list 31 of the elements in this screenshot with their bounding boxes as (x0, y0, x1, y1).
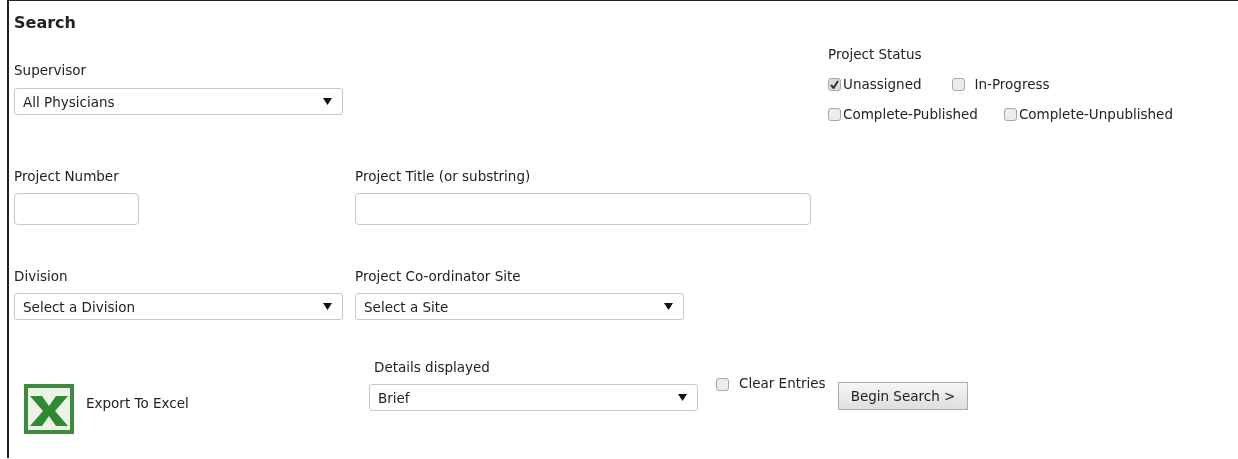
checkbox[interactable] (828, 107, 841, 121)
field-label: Supervisor (14, 61, 87, 79)
field-label: Project Status (828, 45, 922, 63)
field-label: Details displayed (374, 358, 490, 376)
section-title: Search (14, 13, 76, 33)
select-field[interactable]: Select a Site (355, 293, 684, 320)
field-label: Project Co-ordinator Site (355, 267, 521, 285)
checkbox[interactable] (951, 77, 965, 91)
checkbox-label: Complete-Published (843, 105, 978, 123)
select-field[interactable]: Select a Division (14, 293, 343, 320)
input-field[interactable] (355, 193, 811, 225)
field-label: Project Title (or substring) (355, 167, 531, 185)
checkbox[interactable] (716, 378, 729, 391)
export-link[interactable]: Export To Excel (86, 394, 189, 412)
checkbox-label: Complete-Unpublished (1018, 105, 1173, 123)
checkbox-label: Clear Entries (739, 374, 826, 392)
begin-search-button[interactable]: Begin Search > (837, 382, 969, 410)
caret-icon (678, 393, 687, 402)
checkbox-label: In-Progress (974, 75, 1050, 93)
input-field[interactable] (14, 193, 139, 225)
caret-icon (664, 302, 673, 311)
select-field[interactable]: Brief (369, 384, 698, 411)
checkbox[interactable] (1003, 107, 1017, 121)
field-label: Division (14, 267, 68, 285)
caret-icon (323, 97, 332, 106)
select-field[interactable]: All Physicians (14, 88, 343, 115)
checkbox[interactable] (828, 77, 841, 91)
spreadsheet-icon[interactable] (24, 384, 74, 434)
caret-icon (323, 302, 332, 311)
checkbox-label: Unassigned (843, 75, 922, 93)
field-label: Project Number (14, 167, 119, 185)
